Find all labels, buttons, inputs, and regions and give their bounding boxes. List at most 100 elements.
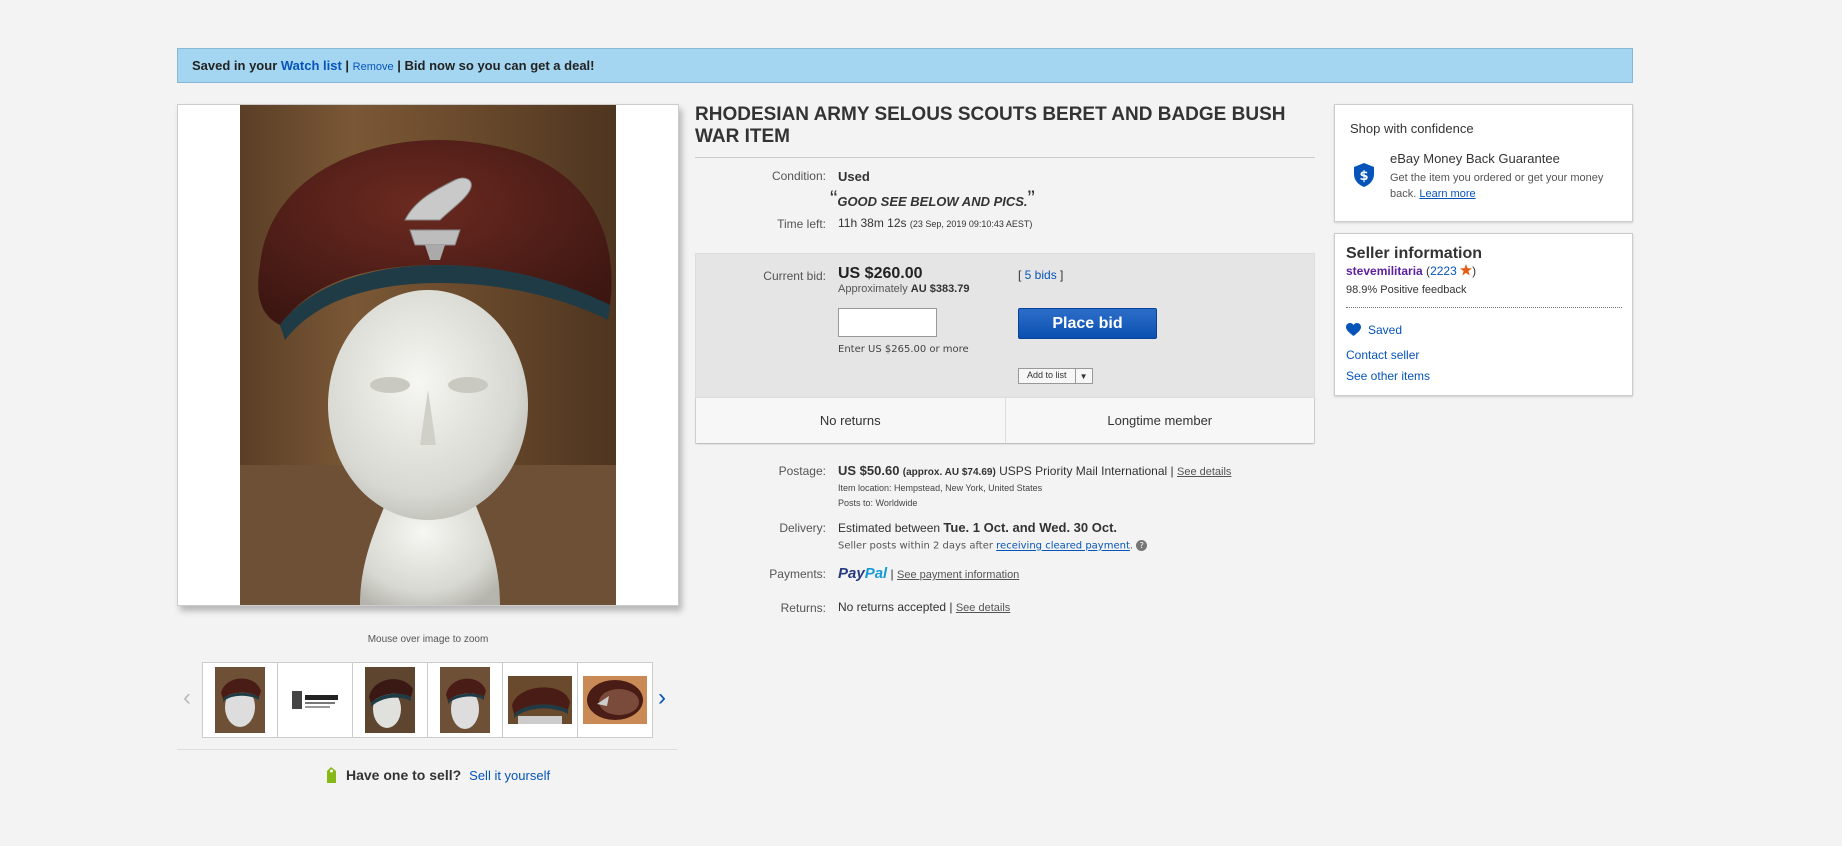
watch-list-banner: Saved in your Watch list | Remove | Bid … [177,48,1633,83]
quote-close-mark: ” [1027,186,1035,211]
seller-name-line: stevemilitaria (2223 ) [1346,264,1476,278]
postage-see-details-link[interactable]: See details [1177,466,1231,478]
thumbnail-5[interactable] [502,662,578,738]
zoom-hint: Mouse over image to zoom [367,634,489,645]
shield-icon: $ [1354,163,1374,187]
item-location: Item location: Hempstead, New York, Unit… [838,483,1042,493]
handling-end: . [1129,540,1134,552]
watch-list-link[interactable]: Watch list [281,58,342,73]
main-image-frame[interactable] [177,104,679,606]
approx-prefix: Approximately [838,283,911,295]
add-to-list-button[interactable]: Add to list [1018,368,1076,384]
guarantee-text: Get the item you ordered or get your mon… [1390,170,1620,202]
item-badges: No returns Longtime member [696,397,1314,443]
confidence-title: Shop with confidence [1350,121,1474,136]
sell-it-yourself-link[interactable]: Sell it yourself [469,768,550,783]
learn-more-link[interactable]: Learn more [1419,188,1475,200]
delivery-estimate: Estimated between Tue. 1 Oct. and Wed. 3… [838,520,1117,535]
postage-price: US $50.60 [838,463,900,478]
time-left: 11h 38m 12s (23 Sep, 2019 09:10:43 AEST) [838,216,1032,230]
banner-separator: | [341,58,353,73]
help-icon[interactable]: ? [1136,540,1148,551]
add-to-list-control: Add to list ▼ [1018,368,1093,384]
enter-amount-hint: Enter US $265.00 or more [838,344,969,355]
feedback-score-link[interactable]: 2223 [1430,264,1457,278]
approx-value: AU $383.79 [910,283,970,295]
thumbnail-4[interactable] [427,662,503,738]
remove-link[interactable]: Remove [353,61,394,73]
chevron-left-icon[interactable]: ‹ [183,684,191,712]
thumbnail-photo [508,676,572,724]
time-left-end: (23 Sep, 2019 09:10:43 AEST) [909,219,1033,229]
chevron-down-icon[interactable]: ▼ [1075,368,1093,384]
guarantee-title: eBay Money Back Guarantee [1390,151,1560,166]
chevron-right-icon[interactable]: › [658,684,666,712]
payments-line: PayPal | See payment information [838,565,1019,582]
time-left-label: Time left: [777,217,826,231]
cleared-payment-link[interactable]: receiving cleared payment [996,541,1130,552]
approx-price: Approximately AU $383.79 [838,283,969,295]
positive-feedback: 98.9% Positive feedback [1346,284,1467,296]
payment-info-link[interactable]: See payment information [897,569,1019,581]
posts-to: Posts to: Worldwide [838,498,917,508]
seller-divider [1346,307,1622,308]
price-tag-icon [327,767,336,783]
delivery-prefix: Estimated between [838,521,944,535]
sell-question: Have one to sell? [346,767,462,783]
posts-to-label: Posts to: [838,498,874,508]
contact-seller-link[interactable]: Contact seller [1346,348,1419,362]
condition-label: Condition: [771,169,826,183]
thumbnail-photo [440,667,490,733]
returns-value: No returns accepted | [838,600,956,614]
saved-seller-button[interactable]: Saved [1346,323,1402,337]
thumbnail-3[interactable] [352,662,428,738]
thumbnail-6[interactable] [577,662,653,738]
heart-icon [1346,323,1361,336]
payment-separator: | [887,567,898,581]
item-title: RHODESIAN ARMY SELOUS SCOUTS BERET AND B… [695,104,1286,147]
payments-label: Payments: [769,567,826,581]
bids-link[interactable]: 5 bids [1025,268,1057,282]
thumbnail-logo-image [292,691,338,709]
see-other-items-link[interactable]: See other items [1346,369,1430,383]
returns-line: No returns accepted | See details [838,600,1010,614]
handling-time: Seller posts within 2 days after receivi… [838,540,1148,552]
returns-see-details-link[interactable]: See details [956,602,1010,614]
svg-text:$: $ [1359,169,1368,184]
longtime-member-badge: Longtime member [1107,413,1213,428]
postage-label: Postage: [778,464,826,478]
postage-approx: (approx. AU $74.69) [902,467,996,478]
seller-name-link[interactable]: stevemilitaria [1346,264,1423,278]
item-location-label: Item location: [838,483,892,493]
postage-service: USPS Priority Mail International | [999,464,1177,478]
thumbnail-photo [365,667,415,733]
delivery-dates: Tue. 1 Oct. and Wed. 30 Oct. [943,520,1118,535]
posts-to-value: Worldwide [875,498,918,508]
condition-note: “GOOD SEE BELOW AND PICS.” [830,186,1035,212]
seller-info-title: Seller information [1346,245,1483,262]
place-bid-button[interactable]: Place bid [1018,308,1157,339]
shop-with-confidence-card: Shop with confidence $ eBay Money Back G… [1334,104,1633,222]
score-open: ( [1422,264,1431,278]
thumbnail-1[interactable] [202,662,278,738]
current-bid-price: US $260.00 [838,265,923,282]
handling-text: Seller posts within 2 days after [838,540,997,552]
paypal-logo: PayPal [838,565,888,582]
delivery-label: Delivery: [779,521,826,535]
seller-information-card: Seller information stevemilitaria (2223 … [1334,233,1633,396]
banner-suffix: Bid now so you can get a deal! [404,58,595,73]
bid-amount-input[interactable] [838,308,937,337]
banner-prefix: Saved in your [192,58,281,73]
no-returns-badge: No returns [696,398,1006,443]
sell-one-section: Have one to sell? Sell it yourself [325,766,550,784]
postage-line: US $50.60 (approx. AU $74.69) USPS Prior… [838,463,1231,478]
thumbnail-2[interactable] [277,662,353,738]
star-icon [1460,264,1473,276]
saved-label[interactable]: Saved [1368,323,1402,337]
bid-count: [ 5 bids ] [1018,268,1063,282]
score-close: ) [1472,264,1477,278]
main-item-photo[interactable] [240,105,616,605]
thumbnail-photo [583,676,647,724]
bid-count-close: ] [1056,268,1064,282]
item-location-value: Hempstead, New York, United States [894,483,1043,493]
